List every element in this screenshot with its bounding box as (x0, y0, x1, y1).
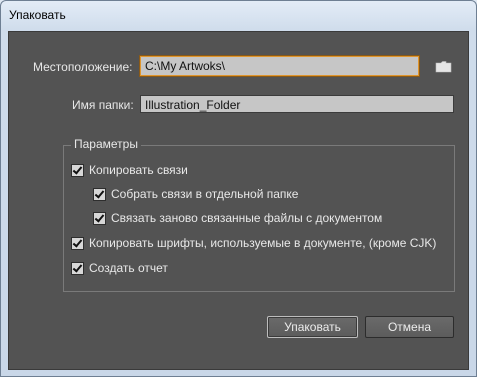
folder-name-input[interactable]: Illustration_Folder (140, 95, 454, 113)
title-bar: Упаковать (1, 1, 476, 31)
copy-links-label: Копировать связи (89, 163, 188, 177)
dialog-body: Местоположение: C:\My Artwoks\ Имя папки… (8, 31, 469, 370)
copy-links-option[interactable]: Копировать связи (71, 162, 188, 178)
create-report-checkbox[interactable] (71, 261, 84, 275)
collect-links-option[interactable]: Собрать связи в отдельной папке (93, 186, 298, 202)
parameters-legend: Параметры (71, 137, 141, 151)
folder-name-label: Имя папки: (72, 98, 134, 112)
create-report-option[interactable]: Создать отчет (71, 260, 168, 276)
collect-links-checkbox[interactable] (93, 187, 106, 201)
location-label: Местоположение: (33, 60, 133, 74)
create-report-label: Создать отчет (89, 261, 168, 275)
relink-files-option[interactable]: Связать заново связанные файлы с докумен… (93, 210, 382, 226)
copy-fonts-label: Копировать шрифты, используемые в докуме… (89, 236, 437, 250)
location-input[interactable]: C:\My Artwoks\ (140, 56, 419, 76)
copy-fonts-checkbox[interactable] (71, 236, 84, 250)
relink-files-checkbox[interactable] (93, 211, 106, 225)
cancel-button[interactable]: Отмена (365, 316, 454, 338)
copy-links-checkbox[interactable] (71, 163, 84, 177)
window-title: Упаковать (9, 8, 66, 22)
folder-icon[interactable] (435, 60, 453, 74)
package-button[interactable]: Упаковать (267, 316, 358, 338)
package-dialog: Упаковать Местоположение: C:\My Artwoks\… (0, 0, 477, 377)
collect-links-label: Собрать связи в отдельной папке (111, 187, 299, 201)
relink-files-label: Связать заново связанные файлы с докумен… (111, 211, 383, 225)
copy-fonts-option[interactable]: Копировать шрифты, используемые в докуме… (71, 235, 436, 251)
